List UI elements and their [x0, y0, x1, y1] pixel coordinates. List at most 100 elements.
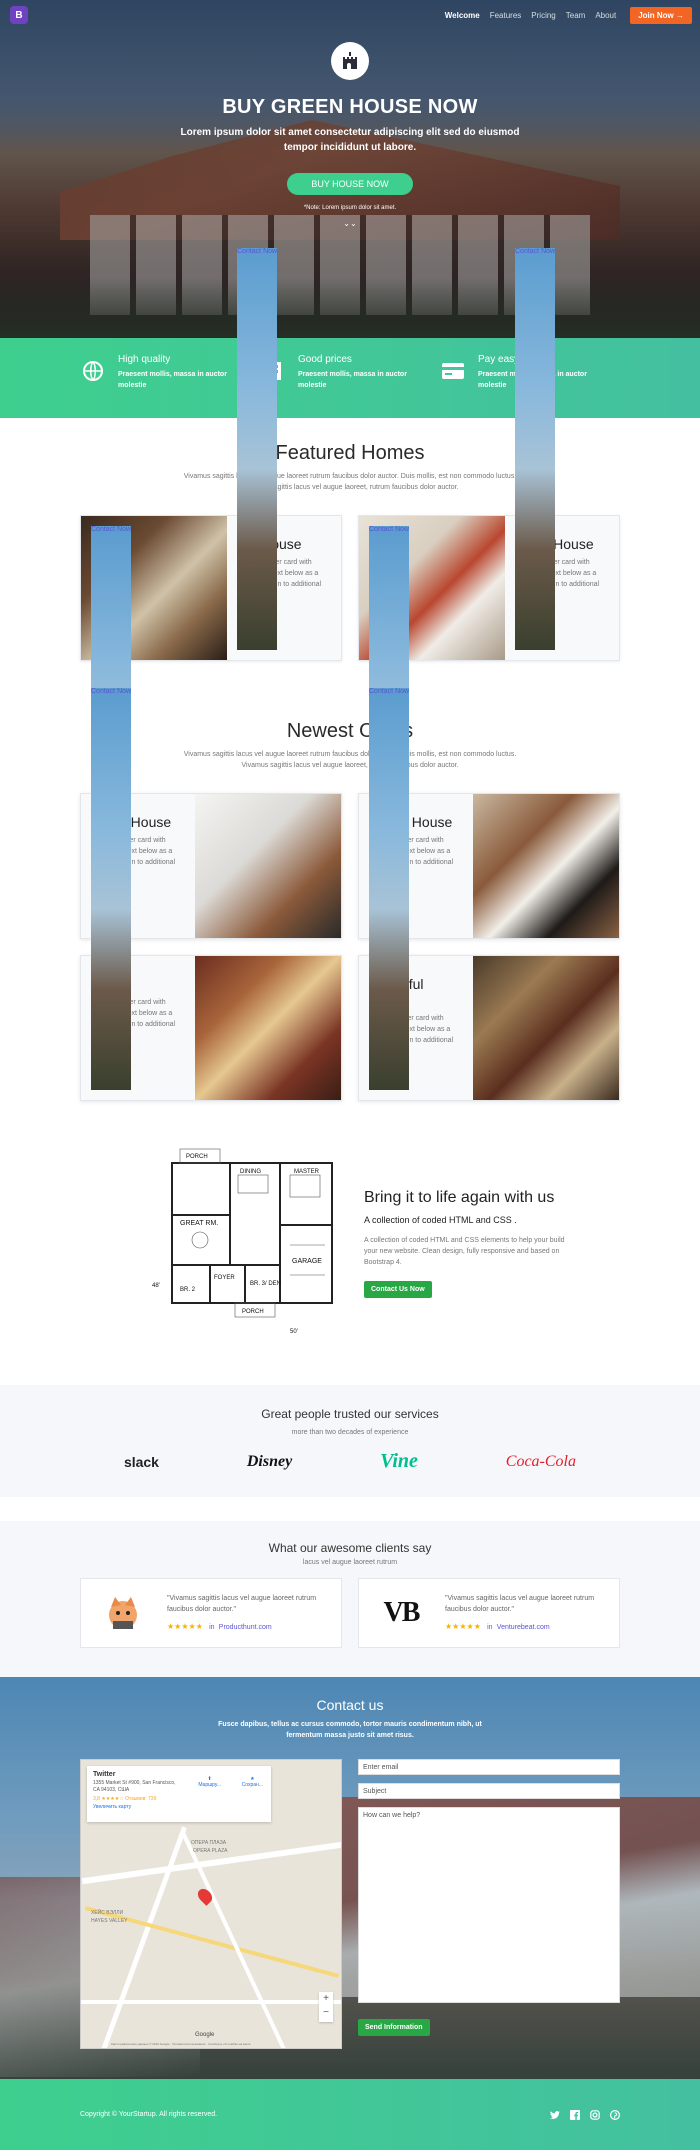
google-map[interactable]: ОПЕРА ПЛАЗА OPERA PLAZA ХЕЙС ВЭЛЛИ HAYES…: [80, 1759, 342, 2049]
plan-label: BR. 2: [180, 1287, 196, 1293]
map-road: [81, 2000, 341, 2004]
subject-field[interactable]: Subject: [358, 1783, 620, 1799]
brand-logo[interactable]: B: [10, 6, 28, 24]
venturebeat-logo: VB: [371, 1588, 431, 1638]
nav-item-pricing[interactable]: Pricing: [531, 11, 555, 20]
feature-text: Praesent mollis, massa in auctor molesti…: [298, 371, 407, 389]
nav-item-welcome[interactable]: Welcome: [445, 11, 480, 20]
buy-house-button[interactable]: BUY HOUSE NOW: [287, 173, 413, 195]
plan-title: Bring it to life again with us: [364, 1188, 555, 1206]
rating-stars: ★★★★★ in Producthunt.com: [167, 1621, 329, 1633]
house-photo: [473, 794, 619, 938]
plan-label: GREAT RM.: [180, 1220, 218, 1227]
social-links: [550, 2109, 620, 2120]
zoom-out-button[interactable]: −: [319, 2006, 333, 2020]
producthunt-link[interactable]: Producthunt.com: [219, 1624, 272, 1631]
map-area-label: ОПЕРА ПЛАЗА: [191, 1840, 227, 1846]
enlarge-map-link[interactable]: Увеличить карту: [93, 1804, 265, 1810]
vb-letters: VB: [383, 1597, 421, 1628]
globe-icon: [80, 358, 106, 384]
testimonials-section: What our awesome clients say lacus vel a…: [0, 1521, 700, 1677]
feature-item: Good prices Praesent mollis, massa in au…: [260, 354, 440, 418]
hero-lead: Lorem ipsum dolor sit amet consectetur a…: [180, 127, 520, 153]
vine-logo: Vine: [380, 1450, 418, 1472]
stars: ★★★★★: [167, 1622, 203, 1631]
hero-content: BUY GREEN HOUSE NOW Lorem ipsum dolor si…: [0, 42, 700, 228]
join-now-button[interactable]: Join Now →: [630, 6, 692, 24]
plan-label: PORCH: [186, 1154, 208, 1160]
nav-links: Welcome Features Pricing Team About Join…: [445, 6, 692, 24]
floor-plan-image: PORCH DINING MASTER GREAT RM. GARAGE FOY…: [150, 1145, 342, 1341]
map-area-label: ХЕЙС ВЭЛЛИ: [91, 1910, 124, 1916]
producthunt-cat-avatar: [93, 1588, 153, 1638]
source-prefix: in: [487, 1624, 493, 1631]
nav-item-team[interactable]: Team: [566, 11, 586, 20]
facebook-icon[interactable]: [570, 2109, 580, 2120]
contact-now-link[interactable]: Contact Now: [515, 248, 556, 650]
place-name: Twitter: [93, 1771, 116, 1778]
copyright-text: Copyright © YourStartup. All rights rese…: [80, 2111, 218, 2118]
house-photo: [195, 956, 341, 1100]
features-bar: High quality Praesent mollis, massa in a…: [0, 338, 700, 418]
feature-title: High quality: [118, 354, 171, 365]
contact-now-link[interactable]: Contact Now: [369, 688, 410, 1090]
email-field[interactable]: Enter email: [358, 1759, 620, 1775]
map-place-card: Twitter 1355 Market St #900, San Francis…: [87, 1766, 271, 1822]
save-button[interactable]: ★ Сохран...: [242, 1776, 263, 1788]
feature-title: Good prices: [298, 354, 352, 365]
newest-offers-section: Newest Offers Vivamus sagittis lacus vel…: [0, 526, 700, 1101]
pinterest-icon[interactable]: [610, 2109, 620, 2120]
contact-us-button[interactable]: Contact Us Now: [364, 1280, 432, 1298]
plan-text: A collection of coded HTML and CSS eleme…: [364, 1236, 565, 1266]
top-navbar: B Welcome Features Pricing Team About Jo…: [0, 0, 700, 30]
contact-form: Enter email Subject How can we help? Sen…: [358, 1759, 620, 2049]
disney-logo: Disney: [246, 1452, 293, 1470]
contact-now-link[interactable]: Contact Now: [237, 248, 278, 650]
feature-text: Praesent mollis, massa in auctor molesti…: [118, 371, 227, 389]
offer-card: Paris Beautiful House This is a wider ca…: [358, 688, 620, 1101]
trust-subtitle: more than two decades of experience: [291, 1429, 409, 1436]
zoom-controls[interactable]: + −: [319, 1992, 333, 2022]
directions-button[interactable]: ⬆ Маршру...: [198, 1776, 221, 1788]
hero-section: B Welcome Features Pricing Team About Jo…: [0, 0, 700, 338]
venturebeat-link[interactable]: Venturebeat.com: [497, 1624, 550, 1631]
credit-card-icon: [440, 358, 466, 384]
section-subtitle: Vivamus sagittis lacus vel augue laoreet…: [183, 473, 517, 491]
map-pin-icon[interactable]: [195, 1886, 215, 1906]
plan-label: 50': [290, 1329, 298, 1335]
google-logo: Google: [195, 2032, 215, 2038]
map-road: [84, 1906, 340, 1978]
testimonials-title: What our awesome clients say: [268, 1541, 432, 1555]
testimonials-subtitle: lacus vel augue laoreet rutrum: [302, 1559, 398, 1566]
nav-item-about[interactable]: About: [595, 11, 616, 20]
offer-card: London Castle This is a wider card with …: [80, 688, 342, 1101]
plan-subtitle: A collection of coded HTML and CSS .: [364, 1214, 517, 1225]
directions-label: Маршру...: [198, 1782, 221, 1788]
house-photo: [473, 956, 619, 1100]
twitter-icon[interactable]: [550, 2110, 560, 2120]
plan-label: PORCH: [242, 1309, 264, 1315]
contact-now-link[interactable]: Contact Now: [91, 688, 132, 1090]
chevron-down-icon[interactable]: ⌄⌄: [0, 219, 700, 228]
message-textarea[interactable]: How can we help?: [358, 1807, 620, 2003]
plan-label: BR. 3/ DEN: [250, 1281, 281, 1287]
testimonial-quote: "Vivamus sagittis lacus vel augue laoree…: [167, 1595, 317, 1613]
instagram-icon[interactable]: [590, 2109, 600, 2120]
plan-label: FOYER: [214, 1275, 235, 1281]
contact-title: Contact us: [316, 1697, 384, 1713]
testimonial-card: "Vivamus sagittis lacus vel augue laoree…: [80, 1578, 342, 1648]
map-road: [100, 1826, 187, 2048]
place-address: 1355 Market St #900, San Francisco, CA 9…: [93, 1780, 176, 1793]
stars: ★★★★★: [445, 1622, 481, 1631]
nav-item-features[interactable]: Features: [490, 11, 522, 20]
house-photo: [195, 794, 341, 938]
footer: Copyright © YourStartup. All rights rese…: [0, 2079, 700, 2150]
map-area-label: HAYES VALLEY: [91, 1918, 128, 1924]
send-information-button[interactable]: Send Information: [358, 2019, 430, 2036]
rating-stars: ★★★★★ in Venturebeat.com: [445, 1621, 607, 1633]
trusted-by-section: Great people trusted our services more t…: [0, 1385, 700, 1497]
map-area-label: OPERA PLAZA: [193, 1848, 228, 1854]
source-prefix: in: [209, 1624, 215, 1631]
zoom-in-button[interactable]: +: [319, 1992, 333, 2006]
section-subtitle: Vivamus sagittis lacus vel augue laoreet…: [183, 751, 517, 769]
